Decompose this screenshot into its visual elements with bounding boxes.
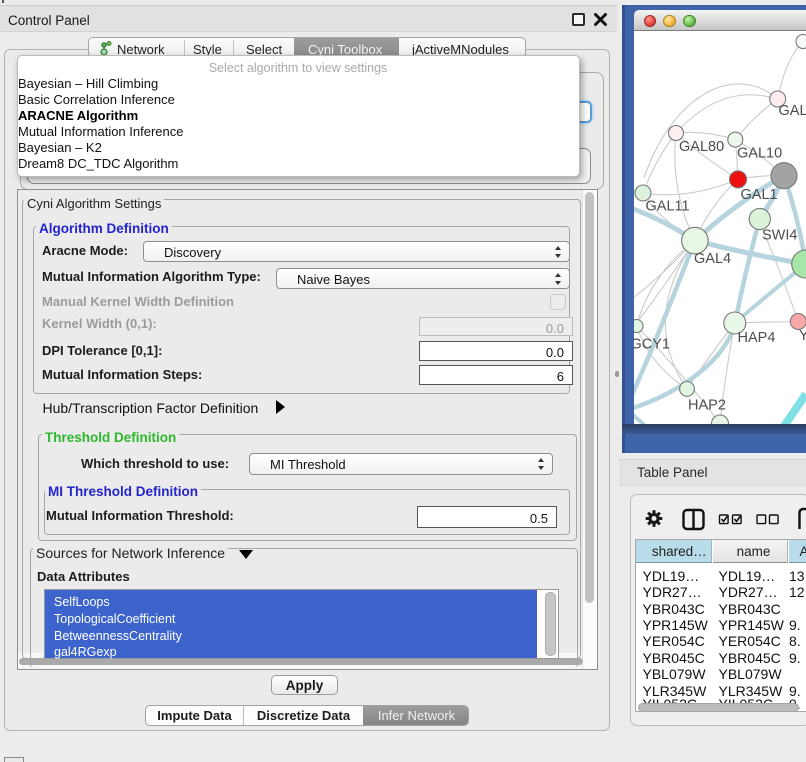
svg-text:SWI4: SWI4: [762, 228, 797, 244]
svg-text:GAL2: GAL2: [779, 103, 806, 119]
svg-text:GAL1: GAL1: [741, 187, 778, 203]
svg-text:GAL11: GAL11: [646, 199, 690, 215]
svg-text:HAP2: HAP2: [688, 398, 726, 414]
svg-text:Y: Y: [799, 328, 806, 344]
svg-text:GAL80: GAL80: [679, 139, 724, 155]
svg-text:GCY1: GCY1: [634, 337, 670, 353]
svg-text:HAP4: HAP4: [738, 330, 776, 346]
svg-text:GAL10: GAL10: [737, 146, 782, 162]
svg-text:GAL4: GAL4: [694, 251, 731, 267]
